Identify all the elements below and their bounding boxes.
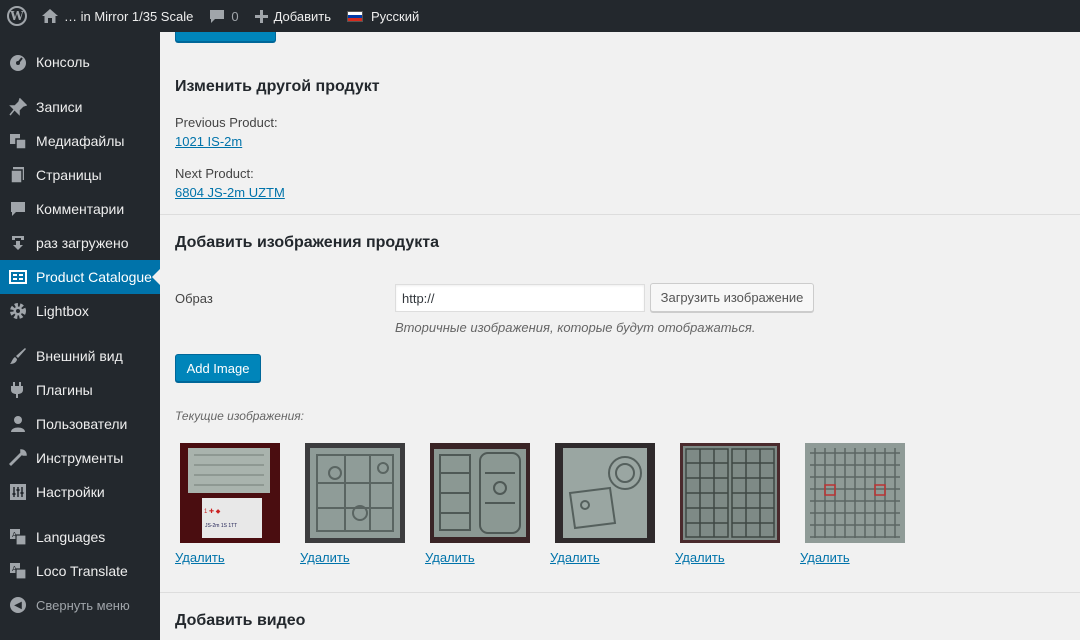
product-image-thumbnail: 1 ✚ ◆ JS-2m 1S 1TT: [180, 443, 280, 543]
pages-icon: [8, 165, 28, 185]
plus-icon: [254, 9, 268, 23]
svg-text:1 ✚ ◆: 1 ✚ ◆: [204, 508, 221, 515]
sidebar-item-label: Настройки: [36, 484, 105, 500]
delete-image-link[interactable]: Удалить: [425, 550, 475, 565]
settings-icon: [8, 482, 28, 502]
media-icon: [8, 131, 28, 151]
sidebar-item-label: Loco Translate: [36, 563, 128, 579]
plugin-icon: [8, 380, 28, 400]
admin-sidebar: Консоль Записи Медиафайлы Страницы Комме…: [0, 32, 160, 640]
sidebar-item-label: Product Catalogue: [36, 269, 152, 285]
sidebar-item-label: Страницы: [36, 167, 102, 183]
svg-text:JS-2m 1S 1TT: JS-2m 1S 1TT: [205, 523, 237, 529]
update-button[interactable]: [175, 32, 276, 42]
wrench-icon: [8, 448, 28, 468]
russian-flag-icon: [347, 10, 364, 22]
next-product-label: Next Product:: [175, 166, 254, 181]
sidebar-item-downloads[interactable]: раз загружено: [0, 226, 160, 260]
site-name: … in Mirror 1/35 Scale: [64, 8, 194, 24]
sidebar-item-tools[interactable]: Инструменты: [0, 441, 160, 475]
comments-link[interactable]: 0: [201, 0, 246, 32]
home-icon: [42, 9, 58, 23]
svg-text:A: A: [12, 531, 17, 539]
sidebar-item-comments[interactable]: Комментарии: [0, 192, 160, 226]
sidebar-item-pages[interactable]: Страницы: [0, 158, 160, 192]
sidebar-item-label: Пользователи: [36, 416, 128, 432]
catalogue-icon: [8, 267, 28, 287]
product-image-thumbnail: [680, 443, 780, 543]
svg-text:A: A: [12, 565, 17, 573]
sidebar-item-label: раз загружено: [36, 235, 129, 251]
delete-image-link[interactable]: Удалить: [675, 550, 725, 565]
product-image-thumbnail: [430, 443, 530, 543]
delete-image-link[interactable]: Удалить: [800, 550, 850, 565]
comments-icon: [8, 199, 28, 219]
sidebar-item-lightbox[interactable]: Lightbox: [0, 294, 160, 328]
comment-icon: [209, 9, 225, 24]
wordpress-logo-menu[interactable]: W: [0, 0, 34, 32]
add-images-heading: Добавить изображения продукта: [175, 234, 439, 251]
sidebar-item-label: Lightbox: [36, 303, 89, 319]
sidebar-item-label: Плагины: [36, 382, 93, 398]
download-icon: [8, 233, 28, 253]
product-image-thumbnail: [555, 443, 655, 543]
sidebar-item-loco-translate[interactable]: A Loco Translate: [0, 554, 160, 588]
gear-icon: [8, 301, 28, 321]
collapse-icon: ◀: [8, 595, 28, 615]
sidebar-item-label: Languages: [36, 529, 106, 545]
site-name-link[interactable]: … in Mirror 1/35 Scale: [34, 0, 201, 32]
section-divider: [160, 592, 1080, 593]
product-image-thumbnail: [305, 443, 405, 543]
add-new-menu[interactable]: Добавить: [247, 0, 339, 32]
image-url-input[interactable]: [395, 284, 645, 312]
wordpress-icon: W: [7, 6, 27, 26]
delete-image-link[interactable]: Удалить: [550, 550, 600, 565]
sidebar-item-label: Внешний вид: [36, 348, 123, 364]
previous-product-link[interactable]: 1021 IS-2m: [175, 134, 242, 149]
sidebar-item-media[interactable]: Медиафайлы: [0, 124, 160, 158]
upload-image-button[interactable]: Загрузить изображение: [650, 283, 814, 312]
main-content: Изменить другой продукт Previous Product…: [160, 32, 1080, 640]
sidebar-item-label: Свернуть меню: [36, 597, 130, 613]
sidebar-item-label: Записи: [36, 99, 83, 115]
sidebar-item-appearance[interactable]: Внешний вид: [0, 339, 160, 373]
add-image-button[interactable]: Add Image: [175, 354, 261, 382]
sidebar-item-plugins[interactable]: Плагины: [0, 373, 160, 407]
sidebar-item-label: Консоль: [36, 54, 90, 70]
image-field-description: Вторичные изображения, которые будут ото…: [395, 320, 756, 335]
delete-image-link[interactable]: Удалить: [175, 550, 225, 565]
sidebar-item-settings[interactable]: Настройки: [0, 475, 160, 509]
previous-product-label: Previous Product:: [175, 115, 278, 130]
delete-image-link[interactable]: Удалить: [300, 550, 350, 565]
admin-bar: W … in Mirror 1/35 Scale 0 Добавить Русс…: [0, 0, 1080, 32]
translate-icon: A: [8, 561, 28, 581]
language-label: Русский: [371, 8, 420, 24]
pin-icon: [8, 97, 28, 117]
add-video-heading: Добавить видео: [175, 612, 306, 629]
sidebar-item-posts[interactable]: Записи: [0, 90, 160, 124]
sidebar-item-label: Комментарии: [36, 201, 125, 217]
image-field-label: Образ: [175, 291, 213, 306]
sidebar-item-label: Медиафайлы: [36, 133, 125, 149]
sidebar-item-dashboard[interactable]: Консоль: [0, 45, 160, 79]
sidebar-item-users[interactable]: Пользователи: [0, 407, 160, 441]
translate-icon: A: [8, 527, 28, 547]
current-images-label: Текущие изображения:: [175, 409, 305, 423]
add-new-label: Добавить: [273, 8, 332, 24]
collapse-menu-button[interactable]: ◀ Свернуть меню: [0, 588, 160, 622]
section-divider: [160, 214, 1080, 215]
users-icon: [8, 414, 28, 434]
brush-icon: [8, 346, 28, 366]
dashboard-icon: [8, 52, 28, 72]
language-switcher[interactable]: Русский: [339, 0, 427, 32]
product-image-thumbnail: [805, 443, 905, 543]
sidebar-item-product-catalogue[interactable]: Product Catalogue: [0, 260, 160, 294]
sidebar-item-label: Инструменты: [36, 450, 124, 466]
sidebar-item-languages[interactable]: A Languages: [0, 520, 160, 554]
next-product-link[interactable]: 6804 JS-2m UZTM: [175, 185, 285, 200]
comments-count: 0: [231, 8, 239, 24]
edit-other-product-heading: Изменить другой продукт: [175, 78, 380, 95]
